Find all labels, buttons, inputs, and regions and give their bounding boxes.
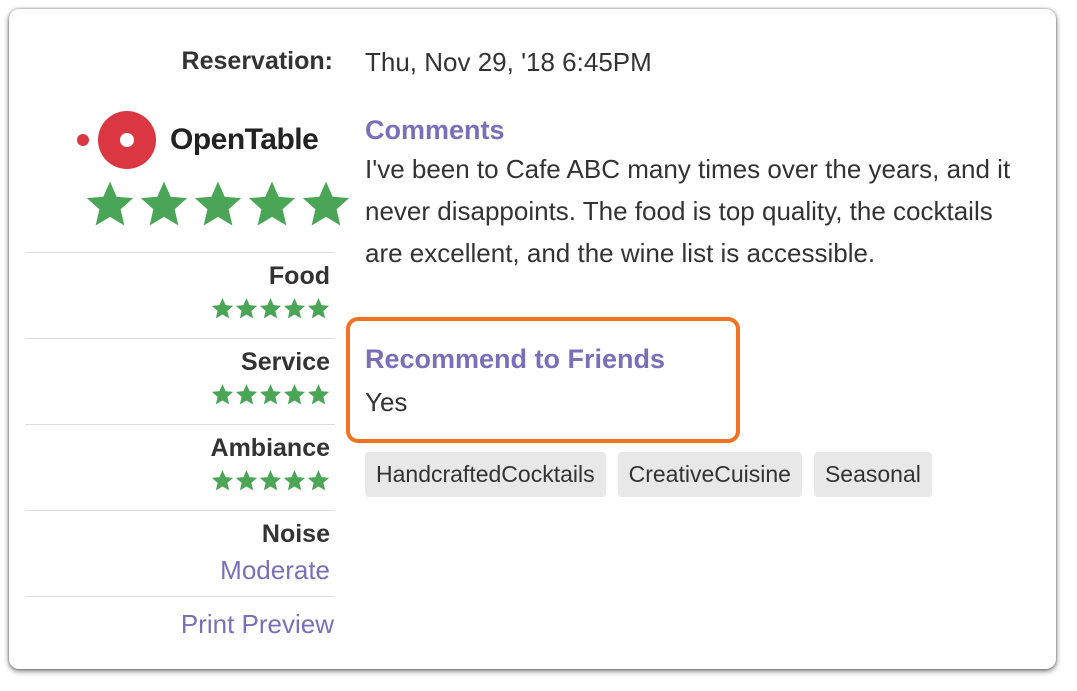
opentable-logo: OpenTable xyxy=(77,111,319,169)
noise-rating: Noise Moderate xyxy=(9,520,330,586)
recommend-section: Recommend to Friends Yes xyxy=(365,344,665,418)
star-icon xyxy=(140,181,188,226)
rating-food-stars xyxy=(9,297,330,320)
divider xyxy=(25,596,335,597)
overall-rating-stars xyxy=(85,179,351,229)
star-icon xyxy=(211,384,234,405)
star-icon xyxy=(307,470,330,491)
rating-ambiance-stars xyxy=(9,469,330,492)
review-card: Reservation: Thu, Nov 29, '18 6:45PM Ope… xyxy=(9,9,1056,669)
star-icon xyxy=(235,298,258,319)
star-icon xyxy=(86,181,134,226)
tag[interactable]: HandcraftedCocktails xyxy=(365,452,606,497)
star-icon xyxy=(307,298,330,319)
comments-heading: Comments xyxy=(365,115,505,145)
reservation-label: Reservation: xyxy=(181,47,333,75)
noise-value: Moderate xyxy=(220,555,330,585)
tag-list: HandcraftedCocktails CreativeCuisine Sea… xyxy=(365,452,932,497)
logo-text: OpenTable xyxy=(170,123,319,156)
star-icon xyxy=(235,470,258,491)
star-icon xyxy=(235,384,258,405)
rating-service: Service xyxy=(9,348,330,406)
star-icon xyxy=(194,181,242,226)
star-icon xyxy=(307,384,330,405)
star-icon xyxy=(211,298,234,319)
rating-food-label: Food xyxy=(268,262,330,290)
star-icon xyxy=(283,298,306,319)
recommend-value: Yes xyxy=(365,387,408,417)
print-preview-link[interactable]: Print Preview xyxy=(9,609,334,640)
star-icon xyxy=(211,470,234,491)
star-icon xyxy=(259,384,282,405)
reservation-value: Thu, Nov 29, '18 6:45PM xyxy=(365,47,652,77)
star-icon xyxy=(248,181,296,226)
tag[interactable]: CreativeCuisine xyxy=(617,452,802,497)
rating-food: Food xyxy=(9,262,330,320)
star-icon xyxy=(259,298,282,319)
divider xyxy=(25,338,335,339)
noise-label: Noise xyxy=(261,520,330,548)
rating-service-label: Service xyxy=(241,348,330,376)
star-icon xyxy=(259,470,282,491)
divider xyxy=(25,510,335,511)
comments-section: Comments I've been to Cafe ABC many time… xyxy=(365,115,1035,274)
recommend-heading: Recommend to Friends xyxy=(365,344,666,374)
star-icon xyxy=(283,384,306,405)
tag[interactable]: Seasonal xyxy=(813,452,932,497)
divider xyxy=(25,252,335,253)
logo-ring-icon xyxy=(98,111,156,169)
rating-service-stars xyxy=(9,383,330,406)
comments-text: I've been to Cafe ABC many times over th… xyxy=(365,154,1011,268)
logo-dot-icon xyxy=(77,134,89,146)
rating-ambiance-label: Ambiance xyxy=(210,434,330,462)
rating-ambiance: Ambiance xyxy=(9,434,330,492)
divider xyxy=(25,424,335,425)
star-icon xyxy=(283,470,306,491)
star-icon xyxy=(302,181,350,226)
